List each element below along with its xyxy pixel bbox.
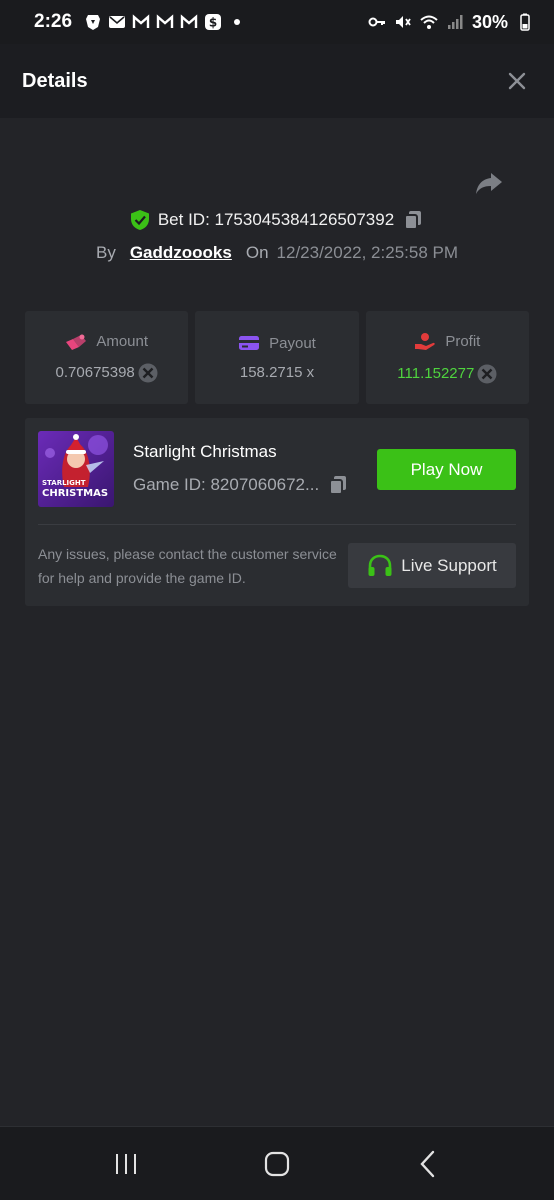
share-button[interactable] (474, 168, 504, 198)
stat-payout-value-row: 158.2715 x (240, 364, 314, 381)
svg-text:$: $ (209, 16, 217, 30)
key-icon (368, 13, 386, 31)
gmail-icon (156, 13, 174, 31)
mute-icon (394, 13, 412, 31)
gmail-icon (180, 13, 198, 31)
home-icon (264, 1151, 290, 1176)
status-time: 2:26 (34, 11, 73, 32)
bet-date: 12/23/2022, 2:25:58 PM (276, 243, 459, 262)
share-icon (476, 173, 502, 194)
stat-amount: Amount 0.70675398 (25, 311, 189, 404)
recent-apps-icon (115, 1153, 136, 1174)
cashapp-icon: $ (204, 13, 222, 31)
divider (38, 524, 516, 525)
wifi-icon (420, 13, 438, 31)
notification-icons: $ (84, 13, 246, 31)
headset-icon (368, 554, 392, 576)
game-id: Game ID: 8207060672... (133, 475, 320, 494)
details-header: Details (0, 44, 554, 118)
stat-profit-value: 111.152277 (397, 365, 475, 382)
bet-stats: Amount 0.70675398 Payout 158.2715 x Prof… (25, 311, 529, 404)
signal-icon (446, 13, 464, 31)
profit-hand-icon (415, 332, 436, 350)
verified-shield-icon (130, 210, 149, 230)
brave-icon (84, 13, 102, 31)
battery-percent: 30% (471, 11, 508, 32)
on-label: On (245, 243, 269, 262)
game-thumbnail[interactable]: STARLIGHT CHRISTMAS (38, 431, 114, 507)
stat-amount-value: 0.70675398 (55, 364, 135, 381)
bet-meta-row: By Gaddzoooks On 12/23/2022, 2:25:58 PM (0, 240, 554, 266)
stat-payout-label: Payout (269, 334, 316, 352)
back-icon (420, 1150, 435, 1177)
mail-icon (108, 13, 126, 31)
stat-profit-label: Profit (445, 333, 481, 350)
live-support-button[interactable]: Live Support (348, 543, 516, 588)
bet-id: Bet ID: 1753045384126507392 (157, 210, 395, 229)
back-button[interactable] (408, 1144, 448, 1184)
page-title: Details (22, 69, 88, 92)
game-id-row: Game ID: 8207060672... (133, 474, 349, 496)
system-nav-bar (0, 1126, 554, 1200)
stat-amount-header: Amount (65, 333, 148, 351)
coin-icon (477, 364, 497, 384)
coin-icon (138, 363, 158, 383)
play-now-button[interactable]: Play Now (377, 449, 516, 490)
stat-payout-value: 158.2715 x (239, 364, 315, 381)
thumb-title-2: CHRISTMAS (42, 488, 109, 499)
home-button[interactable] (257, 1144, 297, 1184)
help-text: Any issues, please contact the customer … (38, 546, 337, 586)
stat-profit-value-row: 111.152277 (397, 364, 497, 384)
copy-game-id-icon[interactable] (327, 474, 349, 496)
username-link[interactable]: Gaddzoooks (130, 243, 232, 263)
stat-profit-header: Profit (414, 332, 480, 352)
stat-amount-value-row: 0.70675398 (56, 363, 158, 383)
status-bar: 2:26 $ 30% (0, 0, 554, 44)
stat-amount-label: Amount (96, 333, 149, 350)
stat-profit: Profit 111.152277 (365, 311, 529, 404)
stat-payout: Payout 158.2715 x (195, 311, 359, 404)
by-label: By (95, 243, 116, 262)
close-button[interactable] (502, 66, 532, 96)
battery-icon (516, 13, 534, 31)
gmail-icon (132, 13, 150, 31)
recent-apps-button[interactable] (106, 1144, 146, 1184)
close-icon (508, 72, 526, 90)
live-support-label: Live Support (401, 555, 497, 575)
copy-bet-id-icon[interactable] (402, 209, 424, 231)
game-name: Starlight Christmas (133, 442, 277, 461)
stat-payout-header: Payout (238, 334, 316, 352)
system-icons: 30% (368, 12, 534, 33)
amount-icon (66, 334, 87, 350)
game-card: STARLIGHT CHRISTMAS Starlight Christmas … (25, 418, 529, 606)
payout-card-icon (239, 336, 260, 350)
dot-icon (228, 13, 246, 31)
bet-id-row: Bet ID: 1753045384126507392 (0, 205, 554, 235)
thumb-title-1: STARLIGHT (42, 479, 86, 487)
